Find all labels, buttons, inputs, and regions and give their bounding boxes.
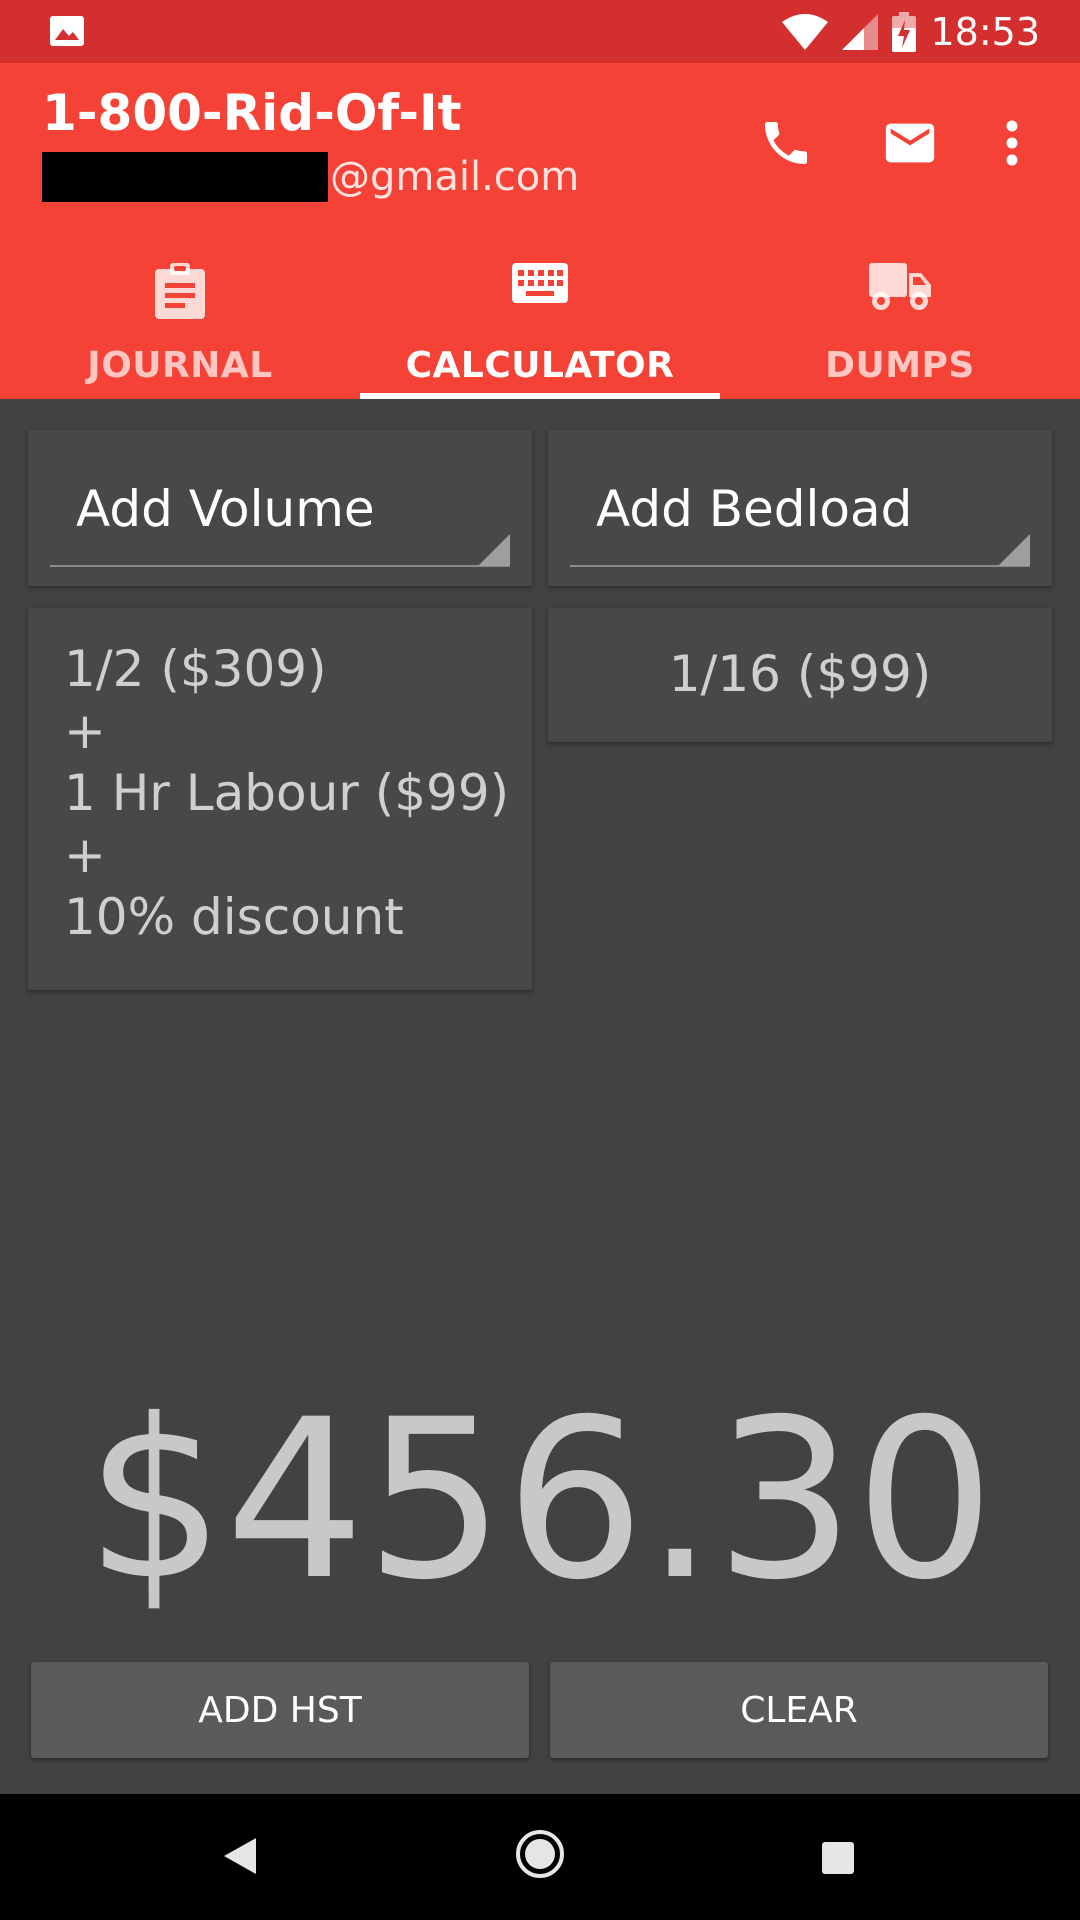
truck-icon xyxy=(869,263,931,310)
app-root: 18:53 1-800-Rid-Of-It @gmail.com JOURNAL… xyxy=(0,0,1080,1920)
clipboard-icon xyxy=(155,263,205,319)
bedload-summary-card[interactable]: 1/16 ($99) xyxy=(548,608,1052,742)
add-volume-spinner[interactable]: Add Volume xyxy=(28,430,532,586)
plus-line: + xyxy=(64,826,106,884)
mail-icon xyxy=(885,123,935,163)
volume-summary-card[interactable]: 1/2 ($309) + 1 Hr Labour ($99) + 10% dis… xyxy=(28,608,532,990)
add-hst-button[interactable]: ADD HST xyxy=(31,1662,529,1758)
tab-journal-label: JOURNAL xyxy=(87,345,273,386)
tab-indicator xyxy=(360,393,720,399)
volume-summary-text: 1/2 ($309) + 1 Hr Labour ($99) + 10% dis… xyxy=(64,638,509,948)
dropdown-triangle-icon xyxy=(478,534,510,566)
navigation-bar xyxy=(0,1794,1080,1920)
status-icons: 18:53 xyxy=(782,10,1040,54)
tab-calculator-label: CALCULATOR xyxy=(405,345,675,386)
add-bedload-label: Add Bedload xyxy=(596,480,913,538)
back-icon[interactable] xyxy=(222,1836,258,1876)
cell-signal-icon xyxy=(842,14,879,50)
spinner-underline xyxy=(50,565,510,567)
more-vert-icon xyxy=(1006,120,1018,166)
image-notification-icon xyxy=(50,16,84,46)
battery-charging-icon xyxy=(892,12,917,52)
recent-apps-icon[interactable] xyxy=(822,1842,854,1874)
status-time: 18:53 xyxy=(930,10,1040,54)
tab-calculator[interactable]: CALCULATOR xyxy=(360,233,720,399)
tab-journal[interactable]: JOURNAL xyxy=(0,233,360,399)
phone-icon xyxy=(765,122,807,164)
account-email: @gmail.com xyxy=(42,151,579,203)
overflow-menu-button[interactable] xyxy=(982,103,1042,183)
clear-button[interactable]: CLEAR xyxy=(550,1662,1048,1758)
add-volume-label: Add Volume xyxy=(76,480,375,538)
dropdown-triangle-icon xyxy=(998,534,1030,566)
app-title: 1-800-Rid-Of-It xyxy=(42,84,462,142)
app-bar: 1-800-Rid-Of-It @gmail.com JOURNAL CALCU… xyxy=(0,63,1080,399)
total-amount: $456.30 xyxy=(85,1372,995,1628)
keyboard-icon xyxy=(512,263,568,303)
tab-dumps-label: DUMPS xyxy=(825,345,975,386)
discount-line: 10% discount xyxy=(64,888,404,946)
labour-line: 1 Hr Labour ($99) xyxy=(64,764,510,822)
call-button[interactable] xyxy=(746,103,826,183)
add-bedload-spinner[interactable]: Add Bedload xyxy=(548,430,1052,586)
email-button[interactable] xyxy=(870,103,950,183)
tab-dumps[interactable]: DUMPS xyxy=(720,233,1080,399)
wifi-icon xyxy=(782,14,829,50)
home-icon[interactable] xyxy=(514,1828,566,1880)
redacted-email-block xyxy=(42,152,328,202)
status-bar: 18:53 xyxy=(0,0,1080,63)
plus-line: + xyxy=(64,702,106,760)
volume-line: 1/2 ($309) xyxy=(64,640,327,698)
tab-bar: JOURNAL CALCULATOR DUMPS xyxy=(0,233,1080,399)
spinner-underline xyxy=(570,565,1030,567)
email-suffix: @gmail.com xyxy=(330,154,580,200)
bedload-summary-text: 1/16 ($99) xyxy=(668,645,932,703)
